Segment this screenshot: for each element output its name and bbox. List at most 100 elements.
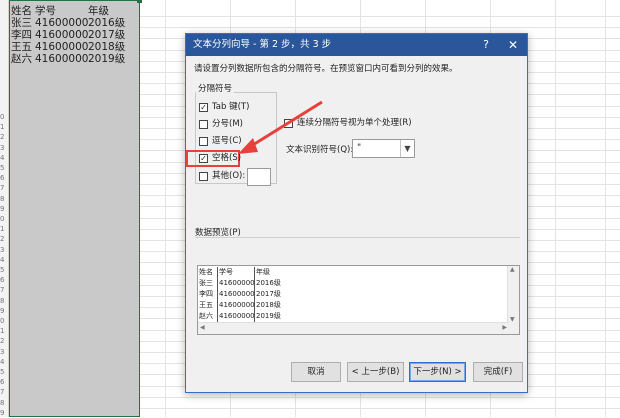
row-number[interactable]: 2 xyxy=(0,336,8,346)
cell-id[interactable]: 41600000 xyxy=(35,53,88,65)
cell-name[interactable]: 王五 xyxy=(11,41,32,53)
delimiters-group-title: 分隔符号 xyxy=(196,84,235,95)
row-number[interactable]: 1 xyxy=(0,326,8,336)
row-number[interactable]: 9 xyxy=(0,306,8,316)
tab-checkbox-label[interactable]: Tab 键(T) xyxy=(212,102,249,113)
row-number[interactable]: 7 xyxy=(0,183,8,193)
gridline xyxy=(605,0,606,417)
dialog-title: 文本分列向导 - 第 2 步，共 3 步 xyxy=(193,39,332,50)
preview-divider xyxy=(195,237,520,238)
cell-id[interactable]: 41600000 xyxy=(35,29,88,41)
consecutive-delimiters-label[interactable]: 连续分隔符号视为单个处理(R) xyxy=(297,118,412,129)
finish-button[interactable]: 完成(F) xyxy=(473,362,523,382)
row-number[interactable]: 2 xyxy=(0,234,8,244)
row-number[interactable]: 4 xyxy=(0,153,8,163)
row-number-column: 012345678901234567890123456789 xyxy=(0,0,9,417)
preview-cell: 2018级 xyxy=(256,301,281,309)
row-number[interactable]: 6 xyxy=(0,275,8,285)
comma-checkbox-label[interactable]: 逗号(C) xyxy=(212,136,242,147)
fill-handle[interactable] xyxy=(137,0,142,3)
column-break-line[interactable] xyxy=(217,267,218,323)
row-number[interactable]: 7 xyxy=(0,285,8,295)
row-number[interactable]: 4 xyxy=(0,255,8,265)
scroll-left-icon[interactable]: ◀ xyxy=(200,324,205,331)
row-number[interactable]: 7 xyxy=(0,387,8,397)
preview-cell: 41600000 xyxy=(219,290,255,298)
row-number[interactable]: 8 xyxy=(0,296,8,306)
other-delimiter-input[interactable] xyxy=(247,168,271,186)
preview-cell: 2016级 xyxy=(256,279,281,287)
preview-cell: 2017级 xyxy=(256,290,281,298)
row-number[interactable]: 4 xyxy=(0,357,8,367)
row-number[interactable]: 0 xyxy=(0,316,8,326)
back-button[interactable]: < 上一步(B) xyxy=(347,362,404,382)
chevron-down-icon[interactable]: ▼ xyxy=(400,140,414,157)
help-icon[interactable]: ? xyxy=(479,37,493,53)
cell-grade[interactable]: 2017级 xyxy=(88,29,125,41)
data-preview-box[interactable]: 姓名 学号 年级 张三 41600000 2016级 李四 41600000 2017级 王五 41… xyxy=(197,265,520,335)
preview-cell: 王五 xyxy=(199,301,213,309)
consecutive-delimiters-checkbox[interactable] xyxy=(284,119,293,128)
row-number[interactable]: 6 xyxy=(0,173,8,183)
row-number[interactable]: 5 xyxy=(0,163,8,173)
row-number[interactable]: 5 xyxy=(0,367,8,377)
row-number[interactable]: 1 xyxy=(0,122,8,132)
row-number[interactable]: 9 xyxy=(0,408,8,418)
cell-grade[interactable]: 2018级 xyxy=(88,41,125,53)
space-checkbox-label[interactable]: 空格(S) xyxy=(212,153,241,164)
preview-cell: 41600000 xyxy=(219,279,255,287)
row-number[interactable]: 5 xyxy=(0,265,8,275)
sheet-row[interactable]: 赵六 41600000 2019级 xyxy=(11,53,125,113)
row-number[interactable]: 3 xyxy=(0,143,8,153)
row-number[interactable]: 8 xyxy=(0,398,8,408)
semicolon-checkbox-label[interactable]: 分号(M) xyxy=(212,119,243,130)
row-number[interactable]: 6 xyxy=(0,377,8,387)
preview-cell: 41600000 xyxy=(219,301,255,309)
gridline xyxy=(165,0,166,417)
semicolon-checkbox[interactable] xyxy=(199,120,208,129)
space-checkbox[interactable]: ✓ xyxy=(199,154,208,163)
tab-checkbox[interactable]: ✓ xyxy=(199,103,208,112)
cell-grade[interactable]: 2019级 xyxy=(88,53,125,65)
comma-checkbox[interactable] xyxy=(199,137,208,146)
row-number[interactable]: 1 xyxy=(0,224,8,234)
gridline xyxy=(555,0,556,417)
preview-cell: 学号 xyxy=(219,268,233,276)
text-qualifier-value: " xyxy=(357,143,362,153)
scroll-up-icon[interactable]: ▲ xyxy=(510,266,515,273)
row-number[interactable]: 9 xyxy=(0,204,8,214)
scroll-right-icon[interactable]: ▶ xyxy=(502,324,507,331)
close-icon[interactable]: ✕ xyxy=(505,37,521,53)
preview-horizontal-scrollbar[interactable]: ◀ ▶ xyxy=(198,322,509,334)
cancel-button[interactable]: 取消 xyxy=(291,362,341,382)
gridline xyxy=(140,408,620,409)
cell-name[interactable]: 张三 xyxy=(11,17,32,29)
next-button[interactable]: 下一步(N) > xyxy=(409,362,466,382)
text-qualifier-label: 文本识别符号(Q): xyxy=(286,145,354,155)
cell-name[interactable]: 李四 xyxy=(11,29,32,41)
row-number[interactable]: 2 xyxy=(0,132,8,142)
preview-cell: 李四 xyxy=(199,290,213,298)
other-checkbox-label[interactable]: 其他(O): xyxy=(212,171,245,182)
text-qualifier-select[interactable]: " ▼ xyxy=(352,139,415,158)
row-number[interactable]: 0 xyxy=(0,112,8,122)
text-to-columns-wizard-dialog: 文本分列向导 - 第 2 步，共 3 步 ? ✕ 请设置分列数据所包含的分隔符号… xyxy=(185,33,528,393)
row-number[interactable]: 0 xyxy=(0,214,8,224)
preview-cell: 年级 xyxy=(256,268,270,276)
gridline xyxy=(140,396,620,398)
cell-grade-header[interactable]: 年级 xyxy=(88,5,109,17)
cell-name[interactable]: 赵六 xyxy=(11,53,32,65)
cell-id[interactable]: 41600000 xyxy=(35,41,88,53)
scroll-down-icon[interactable]: ▼ xyxy=(510,316,515,323)
preview-cell: 张三 xyxy=(199,279,213,287)
cell-name-header[interactable]: 姓名 xyxy=(11,5,32,17)
row-number[interactable]: 3 xyxy=(0,347,8,357)
row-number[interactable]: 3 xyxy=(0,245,8,255)
cell-grade[interactable]: 2016级 xyxy=(88,17,125,29)
dialog-title-bar[interactable]: 文本分列向导 - 第 2 步，共 3 步 ? ✕ xyxy=(186,34,527,56)
cell-id-header[interactable]: 学号 xyxy=(35,5,56,17)
other-checkbox[interactable] xyxy=(199,172,208,181)
cell-id[interactable]: 41600000 xyxy=(35,17,88,29)
row-number[interactable]: 8 xyxy=(0,194,8,204)
instruction-text: 请设置分列数据所包含的分隔符号。在预览窗口内可看到分列的效果。 xyxy=(194,64,458,74)
